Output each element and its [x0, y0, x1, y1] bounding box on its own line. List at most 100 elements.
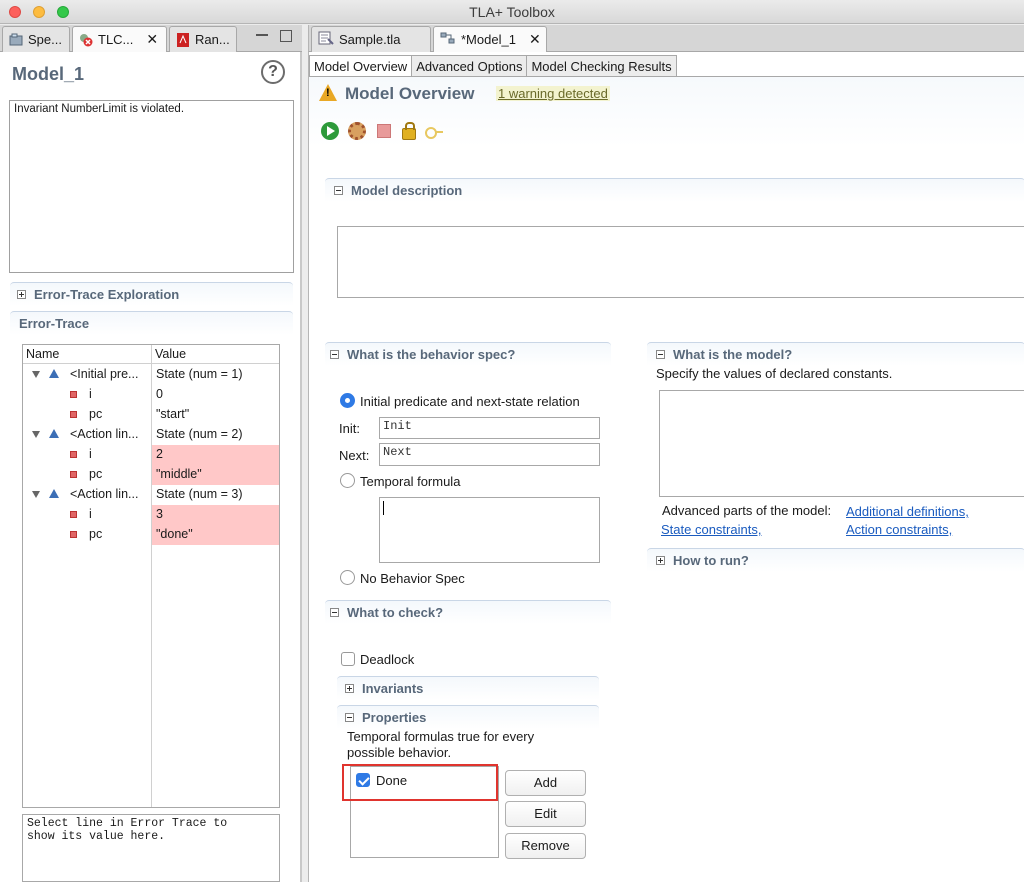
lock-model-icon[interactable] [402, 122, 416, 140]
collapse-icon[interactable] [32, 491, 40, 498]
form-title: Model Overview [345, 84, 475, 103]
collapse-icon[interactable] [334, 186, 343, 195]
collapse-icon[interactable] [32, 371, 40, 378]
collapse-icon[interactable] [330, 350, 339, 359]
row-value-changed: "middle" [152, 465, 279, 485]
properties-description: possible behavior. [347, 745, 452, 760]
deadlock-checkbox[interactable] [341, 652, 355, 666]
validate-model-icon[interactable] [348, 122, 366, 140]
variable-icon [70, 471, 77, 478]
stop-icon[interactable] [377, 124, 391, 138]
row-name: pc [89, 467, 103, 481]
help-icon[interactable]: ? [261, 60, 285, 84]
tab-tlc-errors[interactable]: TLC... ✕ [72, 26, 167, 52]
error-trace-header: Error-Trace [10, 311, 293, 335]
minimize-view-icon[interactable] [256, 34, 268, 36]
model-toolbar [321, 122, 443, 140]
table-row[interactable]: pc "middle" [23, 465, 279, 485]
add-property-button[interactable]: Add [505, 770, 586, 796]
error-message-box[interactable]: Invariant NumberLimit is violated. [9, 100, 294, 273]
property-label: Done [376, 773, 408, 788]
what-is-the-model-header[interactable]: What is the model? [647, 342, 1024, 366]
column-header-value[interactable]: Value [155, 347, 186, 361]
row-name: i [89, 387, 92, 401]
section-title: Invariants [362, 681, 424, 696]
init-next-radio[interactable] [340, 393, 355, 408]
close-tab-icon[interactable]: ✕ [529, 31, 541, 48]
expand-icon[interactable] [17, 290, 26, 299]
properties-description: Temporal formulas true for every [347, 729, 535, 744]
model-description-input[interactable] [337, 226, 1024, 298]
tla-file-icon [318, 31, 334, 48]
table-row[interactable]: i 0 [23, 385, 279, 405]
variable-icon [70, 531, 77, 538]
expand-icon[interactable] [656, 556, 665, 565]
close-tab-icon[interactable]: ✕ [146, 31, 158, 48]
tab-advanced-options[interactable]: Advanced Options [411, 55, 528, 77]
tab-label: Ran... [195, 32, 230, 47]
tab-label: Sample.tla [339, 32, 401, 47]
table-row[interactable]: <Action lin... State (num = 2) [23, 425, 279, 445]
table-row[interactable]: pc "done" [23, 525, 279, 545]
state-constraints-link[interactable]: State constraints, [661, 522, 761, 537]
tab-model-overview[interactable]: Model Overview [309, 55, 413, 77]
action-constraints-link[interactable]: Action constraints, [846, 522, 952, 537]
how-to-run-header[interactable]: How to run? [647, 548, 1024, 572]
model-description-header[interactable]: Model description [325, 178, 1024, 202]
error-trace-table[interactable]: Name Value <Initial pre... State (num = … [22, 344, 280, 808]
model-editor: Model Overview Advanced Options Model Ch… [308, 52, 1024, 882]
row-name: <Initial pre... [70, 367, 139, 381]
row-value-changed: 2 [152, 445, 279, 465]
property-done-checkbox[interactable] [356, 773, 370, 787]
collapse-icon[interactable] [330, 608, 339, 617]
expand-icon[interactable] [345, 684, 354, 693]
what-to-check-header[interactable]: What to check? [325, 600, 611, 624]
state-icon [49, 429, 59, 438]
tlc-error-icon [79, 33, 93, 47]
run-tlc-icon[interactable] [321, 122, 339, 140]
error-trace-exploration-header[interactable]: Error-Trace Exploration [10, 282, 293, 306]
collapse-icon[interactable] [656, 350, 665, 359]
model-icon [440, 31, 456, 48]
warning-link[interactable]: 1 warning detected [496, 86, 610, 101]
no-behavior-spec-radio[interactable] [340, 570, 355, 585]
table-row[interactable]: <Initial pre... State (num = 1) [23, 365, 279, 385]
temporal-formula-input[interactable] [379, 497, 600, 563]
invariants-header[interactable]: Invariants [337, 676, 599, 700]
row-name: pc [89, 407, 103, 421]
tab-spec-explorer[interactable]: Spe... [2, 26, 70, 52]
collapse-icon[interactable] [32, 431, 40, 438]
row-name: i [89, 507, 92, 521]
properties-header[interactable]: Properties [337, 705, 599, 729]
additional-definitions-link[interactable]: Additional definitions, [846, 504, 969, 519]
column-header-name[interactable]: Name [26, 347, 59, 361]
tab-sample-tla[interactable]: Sample.tla [311, 26, 431, 52]
value-viewer[interactable]: Select line in Error Trace to show its v… [22, 814, 280, 882]
table-row[interactable]: i 3 [23, 505, 279, 525]
init-field[interactable]: Init [379, 417, 600, 439]
tlc-errors-panel: Model_1 ? Invariant NumberLimit is viola… [0, 52, 302, 882]
tab-range[interactable]: Ran... [169, 26, 237, 52]
section-title: Error-Trace Exploration [34, 287, 180, 302]
deadlock-label: Deadlock [360, 652, 415, 667]
page-tabs: Model Overview Advanced Options Model Ch… [309, 55, 677, 77]
tab-model-1[interactable]: *Model_1 ✕ [433, 26, 547, 52]
behavior-spec-header[interactable]: What is the behavior spec? [325, 342, 611, 366]
collapse-icon[interactable] [345, 713, 354, 722]
edit-property-button[interactable]: Edit [505, 801, 586, 827]
row-name: i [89, 447, 92, 461]
temporal-formula-radio[interactable] [340, 473, 355, 488]
key-icon[interactable] [425, 127, 443, 139]
variable-icon [70, 391, 77, 398]
next-field[interactable]: Next [379, 443, 600, 466]
remove-property-button[interactable]: Remove [505, 833, 586, 859]
tab-model-checking-results[interactable]: Model Checking Results [526, 55, 677, 77]
table-row[interactable]: i 2 [23, 445, 279, 465]
section-title: Error-Trace [19, 316, 90, 331]
row-value: State (num = 2) [156, 427, 243, 441]
table-row[interactable]: pc "start" [23, 405, 279, 425]
constants-table[interactable] [659, 390, 1024, 497]
table-row[interactable]: <Action lin... State (num = 3) [23, 485, 279, 505]
maximize-view-icon[interactable] [280, 30, 292, 42]
panel-title: Model_1 [12, 64, 85, 84]
